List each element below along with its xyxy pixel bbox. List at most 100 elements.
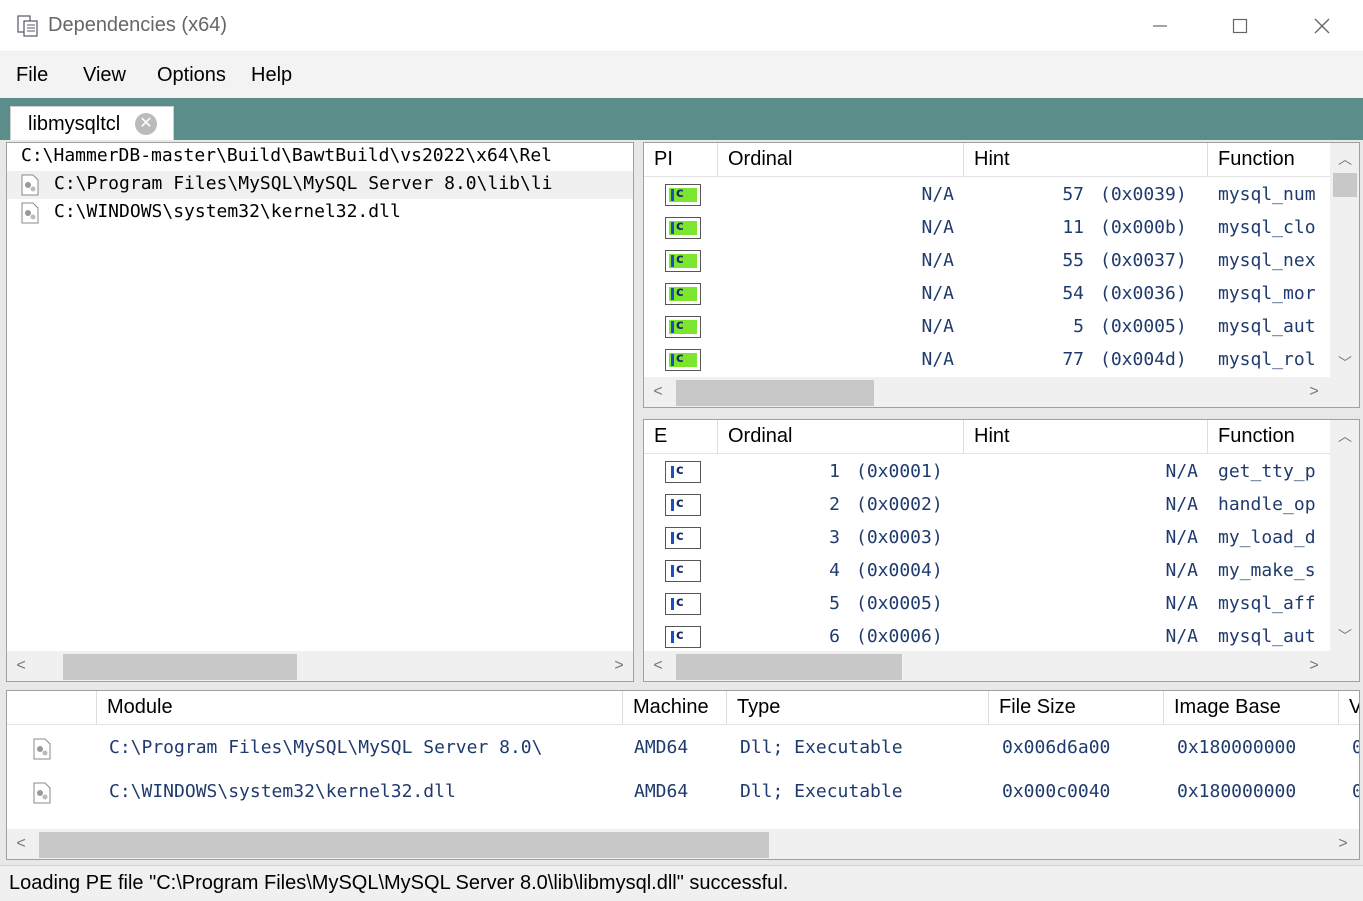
scroll-right-icon[interactable]: >: [609, 654, 629, 678]
export-ordinal: 4: [829, 560, 840, 581]
scroll-thumb[interactable]: [1333, 173, 1357, 197]
export-ordinal-hex: (0x0003): [856, 527, 943, 548]
import-icon-glyph: c: [676, 318, 684, 333]
minimize-button[interactable]: [1120, 0, 1200, 52]
scroll-right-icon[interactable]: >: [1304, 654, 1324, 678]
export-function-icon: c: [665, 461, 701, 483]
col-header-machine[interactable]: Machine: [623, 691, 727, 725]
scroll-thumb[interactable]: [39, 832, 769, 858]
table-row[interactable]: c N/A 5 (0x0005) mysql_aut: [644, 312, 1330, 345]
table-row[interactable]: c 4 (0x0004) N/A my_make_s: [644, 556, 1330, 589]
scroll-left-icon[interactable]: <: [648, 654, 668, 678]
scroll-left-icon[interactable]: <: [11, 832, 31, 856]
scroll-thumb[interactable]: [63, 654, 297, 680]
module-file-size: 0x006d6a00: [1002, 737, 1111, 758]
export-icon-bar: [671, 532, 674, 544]
close-icon: [1314, 18, 1330, 34]
close-button[interactable]: [1282, 0, 1362, 52]
export-icon-glyph: c: [676, 496, 684, 511]
table-row[interactable]: c N/A 54 (0x0036) mysql_mor: [644, 279, 1330, 312]
table-row[interactable]: c N/A 77 (0x004d) mysql_rol: [644, 345, 1330, 378]
table-row[interactable]: c N/A 55 (0x0037) mysql_nex: [644, 246, 1330, 279]
table-row[interactable]: c 2 (0x0002) N/A handle_op: [644, 490, 1330, 523]
col-header-ordinal[interactable]: Ordinal: [718, 143, 964, 177]
col-header-ordinal[interactable]: Ordinal: [718, 420, 964, 454]
maximize-button[interactable]: [1200, 0, 1280, 52]
export-ordinal: 5: [829, 593, 840, 614]
module-tree[interactable]: C:\HammerDB-master\Build\BawtBuild\vs202…: [6, 142, 634, 682]
col-header-v[interactable]: V: [1339, 691, 1359, 725]
col-header-e[interactable]: E: [644, 420, 718, 454]
scroll-up-icon[interactable]: ︿: [1335, 149, 1355, 171]
table-row[interactable]: c N/A 11 (0x000b) mysql_clo: [644, 213, 1330, 246]
tab-close-icon[interactable]: ✕: [135, 113, 157, 135]
col-header-module[interactable]: Module: [97, 691, 623, 725]
import-icon-glyph: c: [676, 186, 684, 201]
table-row[interactable]: c N/A 57 (0x0039) mysql_num: [644, 180, 1330, 213]
import-function-icon: c: [665, 316, 701, 338]
import-function-icon: c: [665, 349, 701, 371]
export-function: handle_op: [1218, 494, 1316, 515]
modules-hscrollbar[interactable]: < >: [7, 829, 1359, 859]
tree-item-root[interactable]: C:\HammerDB-master\Build\BawtBuild\vs202…: [7, 143, 633, 171]
export-ordinal: 3: [829, 527, 840, 548]
exports-hscrollbar[interactable]: < >: [644, 651, 1359, 681]
dll-file-icon: [21, 174, 39, 196]
export-icon-bar: [671, 466, 674, 478]
module-image-base: 0x180000000: [1177, 781, 1297, 802]
import-function-icon: c: [665, 250, 701, 272]
scroll-thumb[interactable]: [676, 654, 902, 680]
exports-table[interactable]: E Ordinal Hint Function c 1 (0x0001) N/A get…: [643, 419, 1360, 682]
module-path: C:\WINDOWS\system32\kernel32.dll: [109, 781, 456, 802]
imports-vscrollbar[interactable]: ︿ ﹀: [1330, 143, 1359, 377]
export-icon-bar: [671, 598, 674, 610]
import-function-icon: c: [665, 184, 701, 206]
export-hint: N/A: [1165, 461, 1198, 482]
col-header-file-size[interactable]: File Size: [989, 691, 1164, 725]
export-function-icon: c: [665, 560, 701, 582]
col-header-hint[interactable]: Hint: [964, 420, 1208, 454]
export-function-icon: c: [665, 626, 701, 648]
col-header-hint[interactable]: Hint: [964, 143, 1208, 177]
exports-vscrollbar[interactable]: ︿ ﹀: [1330, 420, 1359, 651]
scroll-down-icon[interactable]: ﹀: [1335, 353, 1355, 375]
scroll-left-icon[interactable]: <: [648, 380, 668, 404]
tab-libmysqltcl[interactable]: libmysqltcl ✕: [10, 106, 174, 140]
table-row[interactable]: C:\Program Files\MySQL\MySQL Server 8.0\…: [7, 729, 1359, 773]
menu-options[interactable]: Options: [157, 64, 226, 87]
window-title: Dependencies (x64): [48, 14, 227, 36]
col-header-icon[interactable]: [7, 691, 97, 725]
import-function-icon: c: [665, 283, 701, 305]
col-header-image-base[interactable]: Image Base: [1164, 691, 1339, 725]
col-header-function[interactable]: Function: [1208, 420, 1330, 454]
menu-help[interactable]: Help: [251, 64, 292, 87]
scroll-down-icon[interactable]: ﹀: [1335, 626, 1355, 648]
tree-hscrollbar[interactable]: < >: [7, 651, 633, 681]
col-header-function[interactable]: Function: [1208, 143, 1330, 177]
scroll-right-icon[interactable]: >: [1304, 380, 1324, 404]
import-icon-bar: [671, 222, 674, 234]
export-ordinal-hex: (0x0006): [856, 626, 943, 647]
import-icon-glyph: c: [676, 252, 684, 267]
menu-file[interactable]: File: [16, 64, 48, 87]
table-row[interactable]: c 1 (0x0001) N/A get_tty_p: [644, 457, 1330, 490]
scroll-thumb[interactable]: [676, 380, 874, 406]
imports-table[interactable]: PI Ordinal Hint Function c N/A 57 (0x0039) m…: [643, 142, 1360, 408]
scroll-left-icon[interactable]: <: [11, 654, 31, 678]
imports-hscrollbar[interactable]: < >: [644, 377, 1359, 407]
scroll-right-icon[interactable]: >: [1333, 832, 1353, 856]
table-row[interactable]: C:\WINDOWS\system32\kernel32.dll AMD64 Dll…: [7, 773, 1359, 817]
table-row[interactable]: c 3 (0x0003) N/A my_load_d: [644, 523, 1330, 556]
col-header-pi[interactable]: PI: [644, 143, 718, 177]
export-function: mysql_aff: [1218, 593, 1316, 614]
tree-item-kernel32[interactable]: C:\WINDOWS\system32\kernel32.dll: [7, 199, 633, 227]
module-file-size: 0x000c0040: [1002, 781, 1111, 802]
table-row[interactable]: c 5 (0x0005) N/A mysql_aff: [644, 589, 1330, 622]
col-header-type[interactable]: Type: [727, 691, 989, 725]
scroll-up-icon[interactable]: ︿: [1335, 426, 1355, 448]
tree-item-libmysql[interactable]: C:\Program Files\MySQL\MySQL Server 8.0\…: [7, 171, 633, 199]
export-ordinal: 6: [829, 626, 840, 647]
menu-view[interactable]: View: [83, 64, 126, 87]
title-bar: Dependencies (x64): [0, 0, 1363, 52]
modules-table[interactable]: Module Machine Type File Size Image Base…: [6, 690, 1360, 860]
